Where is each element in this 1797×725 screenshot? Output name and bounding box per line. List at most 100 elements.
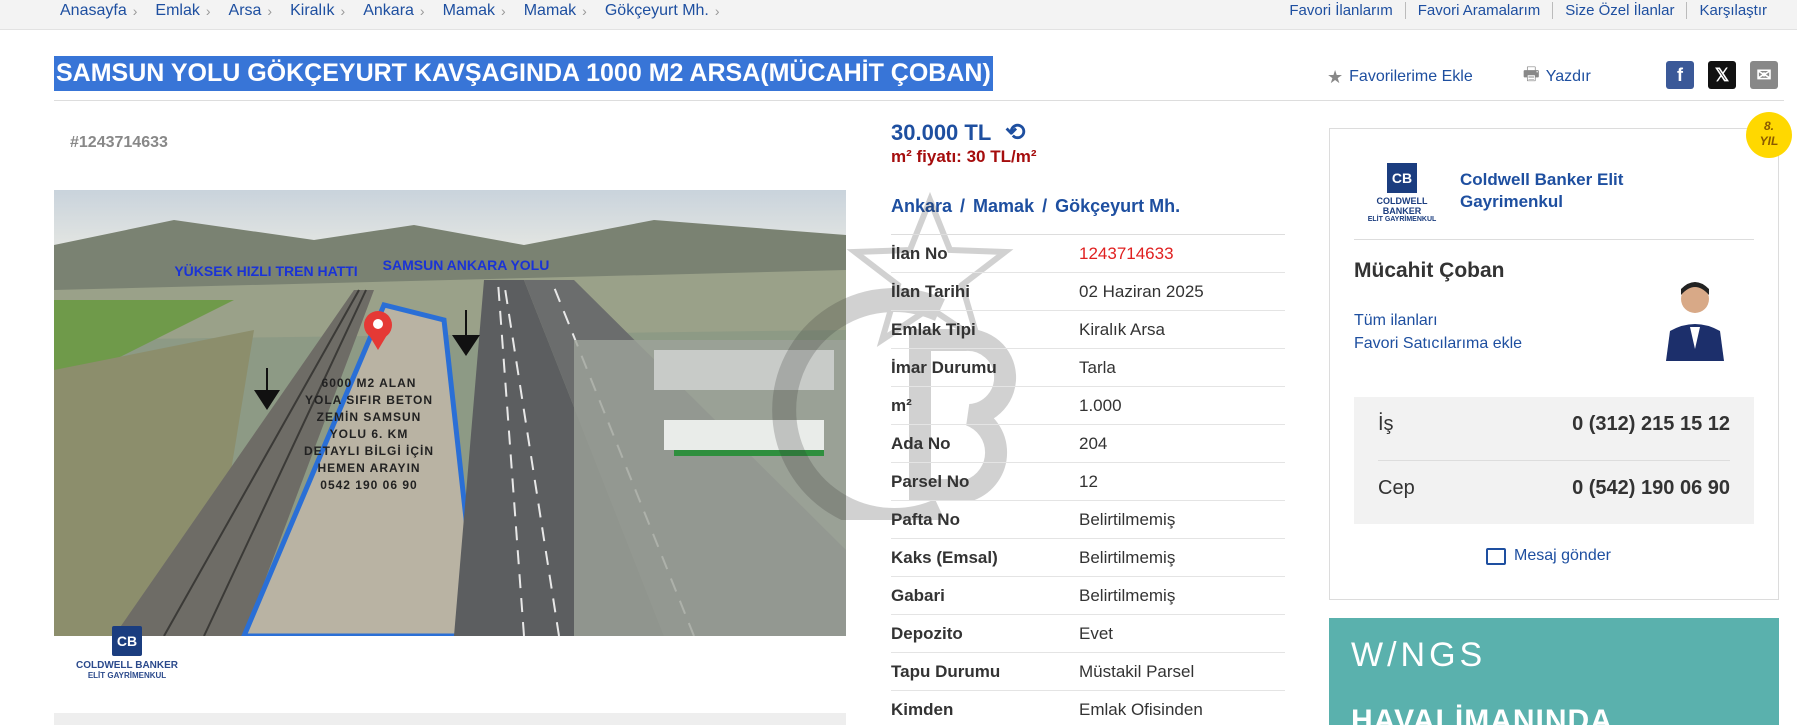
breadcrumb-arsa[interactable]: Arsa › — [229, 2, 273, 20]
breadcrumb-mamak[interactable]: Mamak › — [443, 2, 506, 20]
print-button[interactable]: 🖶 Yazdır — [1523, 62, 1591, 92]
location-separator: / — [1042, 196, 1048, 216]
chevron-right-icon: › — [205, 3, 211, 19]
location-breadcrumb: Ankara / Mamak / Gökçeyurt Mh. — [891, 196, 1180, 217]
breadcrumb-label: Kiralık — [290, 2, 335, 19]
thumbnail-strip[interactable] — [54, 713, 846, 725]
phone-number: 0 (312) 215 15 12 — [1572, 413, 1730, 435]
breadcrumb-anasayfa[interactable]: Anasayfa › — [60, 2, 137, 20]
detail-key: Pafta No — [891, 509, 960, 529]
printer-icon: 🖶 — [1522, 64, 1540, 84]
add-favorite-seller-link[interactable]: Favori Satıcılarıma ekle — [1354, 335, 1522, 353]
agent-avatar — [1660, 269, 1730, 361]
detail-key: Depozito — [891, 623, 963, 643]
divider — [1354, 239, 1754, 240]
all-listings-link[interactable]: Tüm ilanları — [1354, 312, 1438, 330]
send-message-label: Mesaj gönder — [1514, 547, 1611, 564]
detail-value: Kiralık Arsa — [1079, 319, 1165, 339]
detail-key: İlan No — [891, 243, 948, 263]
detail-value: Belirtilmemiş — [1079, 509, 1176, 529]
land-aerial-photo: YÜKSEK HIZLI TREN HATTI SAMSUN ANKARA YO… — [54, 190, 846, 636]
breadcrumb-label: Gökçeyurt Mh. — [604, 2, 709, 19]
price-history-icon[interactable]: ⟲ — [1005, 118, 1025, 147]
x-twitter-icon[interactable]: 𝕏 — [1708, 61, 1736, 89]
agency-logo[interactable]: CB COLDWELL BANKER ELİT GAYRİMENKUL — [1357, 163, 1447, 223]
chevron-right-icon: › — [582, 3, 587, 19]
years-badge: 8. YIL — [1746, 112, 1792, 158]
mail-icon[interactable]: ✉ — [1750, 61, 1778, 89]
table-row: İmar Durumu Tarla — [891, 349, 1285, 387]
chat-bubble-icon — [1486, 547, 1506, 565]
table-row: İlan No 1243714633 — [891, 235, 1285, 273]
location-district[interactable]: Mamak — [973, 196, 1034, 216]
ad-id: #1243714633 — [70, 134, 168, 151]
share-buttons: f 𝕏 ✉ — [1666, 61, 1792, 89]
phone-work[interactable]: İş 0 (312) 215 15 12 — [1378, 413, 1730, 436]
compare-link[interactable]: Karşılaştır — [1686, 2, 1779, 19]
table-row: Tapu Durumu Müstakil Parsel — [891, 653, 1285, 691]
title-actions: ★ Favorilerime Ekle 🖶 Yazdır — [1327, 62, 1641, 92]
detail-key: İmar Durumu — [891, 357, 997, 377]
cb-logo-icon: CB — [112, 626, 142, 656]
chevron-right-icon: › — [132, 3, 138, 19]
facebook-icon[interactable]: f — [1666, 61, 1694, 89]
location-city[interactable]: Ankara — [891, 196, 952, 216]
detail-value: Müstakil Parsel — [1079, 661, 1195, 681]
detail-value: Emlak Ofisinden — [1079, 699, 1203, 719]
photo-label-road: SAMSUN ANKARA YOLU — [383, 257, 550, 273]
breadcrumb: Anasayfa › Emlak › Arsa › Kiralık › Ankara › … — [60, 2, 738, 20]
detail-value: 1.000 — [1079, 395, 1122, 415]
agent-name: Mücahit Çoban — [1354, 259, 1505, 282]
listing-photo[interactable]: YÜKSEK HIZLI TREN HATTI SAMSUN ANKARA YO… — [54, 190, 846, 636]
photo-watermark-logo: CB COLDWELL BANKER ELİT GAYRİMENKUL — [72, 626, 182, 680]
agency-logo-subtext: ELİT GAYRİMENKUL — [1367, 216, 1437, 223]
top-navigation-bar: Anasayfa › Emlak › Arsa › Kiralık › Ankara › … — [0, 0, 1797, 30]
chevron-right-icon: › — [267, 3, 273, 19]
add-favorite-label: Favorilerime Ekle — [1349, 68, 1473, 85]
location-separator: / — [960, 196, 966, 216]
detail-key: Ada No — [891, 433, 951, 453]
location-neighborhood[interactable]: Gökçeyurt Mh. — [1055, 196, 1180, 216]
chevron-right-icon: › — [714, 3, 720, 19]
phone-mobile[interactable]: Cep 0 (542) 190 06 90 — [1378, 477, 1730, 500]
breadcrumb-label: Ankara — [363, 2, 414, 19]
breadcrumb-gokceyurt[interactable]: Gökçeyurt Mh. › — [605, 2, 720, 20]
favorite-searches-link[interactable]: Favori Aramalarım — [1404, 2, 1553, 19]
detail-key: Tapu Durumu — [891, 661, 1001, 681]
divider — [1378, 460, 1730, 461]
detail-value: 204 — [1079, 433, 1108, 453]
detail-value: Belirtilmemiş — [1079, 585, 1176, 605]
detail-key: Parsel No — [891, 471, 970, 491]
table-row: Kaks (Emsal) Belirtilmemiş — [891, 539, 1285, 577]
price-value: 30.000 TL — [891, 119, 992, 145]
special-listings-link[interactable]: Size Özel İlanlar — [1552, 2, 1686, 19]
banner-brand: W/NGS — [1351, 636, 1487, 674]
phone-label: İş — [1378, 413, 1394, 435]
m2-price-label: m² fiyatı: — [891, 147, 962, 166]
seller-box: CB COLDWELL BANKER ELİT GAYRİMENKUL Cold… — [1329, 128, 1779, 600]
detail-key: İlan Tarihi — [891, 281, 971, 301]
add-favorite-button[interactable]: ★ Favorilerime Ekle — [1327, 62, 1473, 92]
chevron-right-icon: › — [501, 3, 506, 19]
detail-key: Emlak Tipi — [891, 319, 976, 339]
breadcrumb-ankara[interactable]: Ankara › — [363, 2, 424, 20]
logo-text: COLDWELL BANKER — [75, 660, 179, 671]
breadcrumb-emlak[interactable]: Emlak › — [155, 2, 210, 20]
detail-key: Kaks (Emsal) — [891, 547, 998, 567]
breadcrumb-label: Mamak — [523, 2, 577, 19]
detail-value: Evet — [1079, 623, 1114, 643]
phone-number: 0 (542) 190 06 90 — [1572, 477, 1730, 499]
badge-label: YIL — [1759, 134, 1779, 148]
agency-logo-text: COLDWELL BANKER — [1376, 196, 1428, 216]
breadcrumb-mamak-district[interactable]: Mamak › — [524, 2, 587, 20]
send-message-button[interactable]: Mesaj gönder — [1486, 547, 1611, 565]
favorite-listings-link[interactable]: Favori İlanlarım — [1277, 2, 1404, 19]
phone-box: İş 0 (312) 215 15 12 Cep 0 (542) 190 06 90 — [1354, 397, 1754, 524]
breadcrumb-kiralik[interactable]: Kiralık › — [290, 2, 345, 20]
phone-label: Cep — [1378, 477, 1415, 499]
table-row: İlan Tarihi 02 Haziran 2025 — [891, 273, 1285, 311]
ad-banner[interactable]: W/NGS HAVALİMANINDA — [1329, 618, 1779, 725]
price: 30.000 TL ⟲ — [891, 118, 1025, 147]
listing-title: SAMSUN YOLU GÖKÇEYURT KAVŞAGINDA 1000 M2… — [54, 56, 993, 91]
agency-name[interactable]: Coldwell Banker Elit Gayrimenkul — [1460, 169, 1680, 213]
